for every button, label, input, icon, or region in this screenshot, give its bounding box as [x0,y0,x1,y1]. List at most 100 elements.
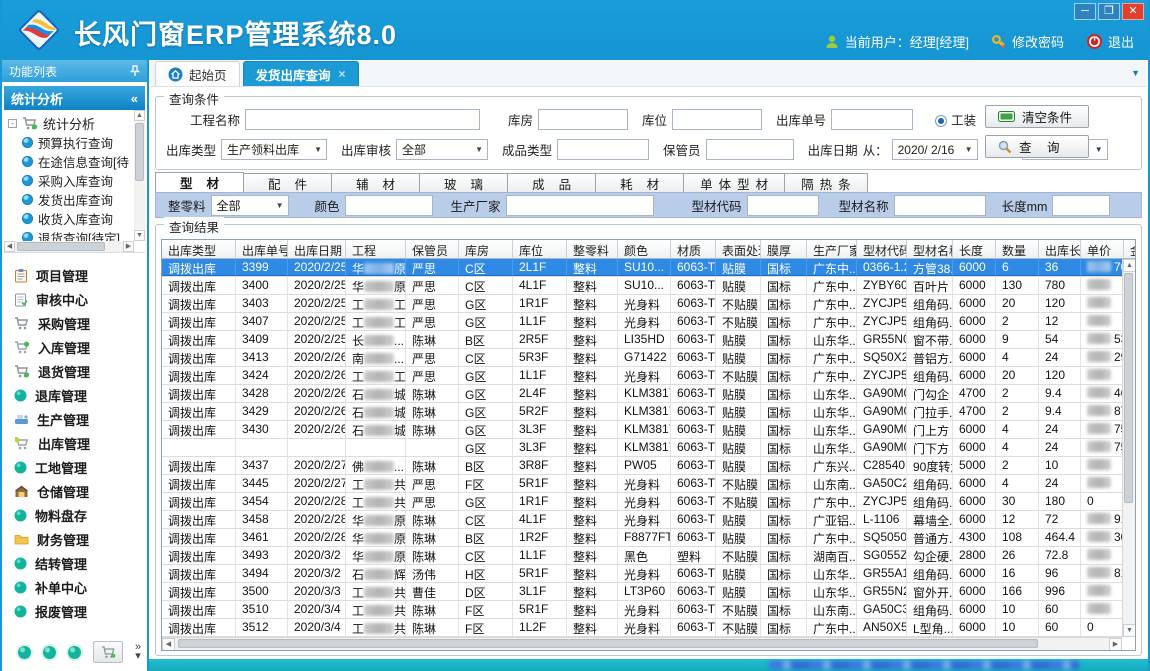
sidebar-item-报废管理[interactable]: 报废管理 [2,599,147,623]
sidebar-item-出库管理[interactable]: 出库管理 [2,431,147,455]
column-header-材质[interactable]: 材质 [671,240,716,258]
material-tab-单体型材[interactable]: 单体型材 [684,173,785,193]
tree-root-statistics[interactable]: -统计分析 [8,114,132,133]
table-row[interactable]: 调拨出库34582020/2/28华原...陈琳C区4L1F整料光身料6063-… [162,511,1135,529]
minimize-button[interactable]: ─ [1074,3,1096,20]
scroll-up-icon[interactable]: ▲ [134,110,145,121]
audit-select[interactable]: 全部▼ [396,139,488,160]
sidebar-item-采购管理[interactable]: 采购管理 [2,311,147,335]
maker-input[interactable] [506,195,654,216]
sidebar-item-审核中心[interactable]: 审核中心 [2,287,147,311]
sidebar-item-仓储管理[interactable]: 仓储管理 [2,479,147,503]
material-tab-隔热条[interactable]: 隔热条 [785,173,868,193]
material-tab-玻璃[interactable]: 玻璃 [420,173,508,193]
column-header-出库日期[interactable]: 出库日期 [288,240,346,258]
tab-起始页[interactable]: 起始页 [155,61,240,86]
grid-hscroll-thumb[interactable] [178,639,1038,648]
material-tab-辅材[interactable]: 辅材 [332,173,420,193]
clear-conditions-button[interactable]: 清空条件 [985,105,1089,128]
column-header-数量[interactable]: 数量 [996,240,1039,258]
table-row[interactable]: 调拨出库34932020/3/2华原...陈琳C区1L1F整料黑色塑料不贴膜国标… [162,547,1135,565]
scroll-right-icon[interactable]: ▶ [1109,638,1122,651]
tree-item-4[interactable]: 发货出库查询 [8,190,132,209]
column-header-出库类型[interactable]: 出库类型 [162,240,236,258]
table-row[interactable]: 调拨出库34612020/2/28华原...陈琳B区1R2F整料F8877FT6… [162,529,1135,547]
tree-expander-icon[interactable]: - [8,119,17,128]
dot-icon[interactable] [18,646,31,659]
scroll-up-icon[interactable]: ▲ [1123,259,1136,272]
project-name-input[interactable] [245,109,480,130]
sidebar-item-财务管理[interactable]: 财务管理 [2,527,147,551]
table-row[interactable]: 调拨出库34292020/2/26石城陈琳G区5R2F整料KLM38176063… [162,403,1135,421]
cart-shortcut-button[interactable] [93,641,123,663]
column-header-膜厚[interactable]: 膜厚 [761,240,807,258]
profile-code-input[interactable] [747,195,819,216]
close-button[interactable]: ✕ [1122,3,1144,20]
table-row[interactable]: 调拨出库34452020/2/27工共工程严思F区5R1F整料光身料6063-T… [162,475,1135,493]
sidebar-item-退货管理[interactable]: 退货管理 [2,359,147,383]
length-input[interactable] [1052,195,1110,216]
tree-hscroll-thumb[interactable] [17,242,105,251]
sidebar-item-退库管理[interactable]: 退库管理 [2,383,147,407]
product-type-input[interactable] [557,139,649,160]
scroll-down-icon[interactable]: ▼ [1123,624,1136,637]
sidebar-item-项目管理[interactable]: 项目管理 [2,263,147,287]
tab-发货出库查询[interactable]: 发货出库查询× [243,61,359,86]
maximize-button[interactable]: ❐ [1098,3,1120,20]
logout-button[interactable]: 退出 [1086,32,1134,51]
table-row[interactable]: 调拨出库34032020/2/25工工程严思G区1R1F整料光身料6063-T5… [162,295,1135,313]
tree-item-3[interactable]: 采购入库查询 [8,171,132,190]
table-row[interactable]: 调拨出库34372020/2/27佛...陈琳B区3R8F整料PW056063-… [162,457,1135,475]
order-no-input[interactable] [831,109,913,130]
grid-horizontal-scrollbar[interactable]: ◀ ▶ [162,637,1122,650]
column-header-库房[interactable]: 库房 [459,240,513,258]
table-row[interactable]: 调拨出库35102020/3/4工共工程陈琳F区5R1F整料光身料6063-T5… [162,601,1135,619]
out-type-select[interactable]: 生产领料出库▼ [221,139,327,160]
sidebar-item-生产管理[interactable]: 生产管理 [2,407,147,431]
column-header-颜色[interactable]: 颜色 [618,240,671,258]
collapse-chevron-icon[interactable]: « [131,91,138,106]
column-header-出库单号[interactable]: 出库单号 [236,240,288,258]
column-header-金额[interactable]: 金额 [1124,240,1136,258]
profile-name-input[interactable] [894,195,986,216]
table-row[interactable]: 调拨出库34242020/2/26工工程严思G区1L1F整料光身料6063-T5… [162,367,1135,385]
radio-gongzhuang[interactable]: 工装 [935,110,976,129]
column-header-长度[interactable]: 长度 [953,240,996,258]
sidebar-item-结转管理[interactable]: 结转管理 [2,551,147,575]
column-header-单价[interactable]: 单价 [1081,240,1124,258]
tree-item-1[interactable]: 预算执行查询 [8,133,132,152]
material-tab-成品[interactable]: 成品 [508,173,596,193]
tree-vertical-scrollbar[interactable]: ▲ ▼ [134,110,145,241]
tree-vscroll-thumb[interactable] [135,123,144,181]
scroll-left-icon[interactable]: ◀ [4,241,15,252]
column-header-整零料[interactable]: 整零料 [567,240,618,258]
column-header-保管员[interactable]: 保管员 [406,240,459,258]
sidebar-item-补单中心[interactable]: 补单中心 [2,575,147,599]
tree-item-5[interactable]: 收货入库查询 [8,209,132,228]
column-header-出库长度[interactable]: 出库长度 [1039,240,1081,258]
table-row[interactable]: 调拨出库34542020/2/28工共工程严思G区1R1F整料光身料6063-T… [162,493,1135,511]
table-row[interactable]: 调拨出库34132020/2/26南...严思C区5R3F整料G71422606… [162,349,1135,367]
tree-item-2[interactable]: 在途信息查询[待 [8,152,132,171]
column-header-型材代码[interactable]: 型材代码 [857,240,907,258]
table-row[interactable]: G区3L3F整料KLM38176063-T5贴膜国标山东华...GA90M09.… [162,439,1135,457]
column-header-库位[interactable]: 库位 [513,240,567,258]
column-header-工程[interactable]: 工程 [346,240,406,258]
table-row[interactable]: 调拨出库34092020/2/25长...陈琳B区2R5F整料LI35HD606… [162,331,1135,349]
scroll-down-icon[interactable]: ▼ [134,230,145,241]
table-row[interactable]: 调拨出库35122020/3/4工共工程陈琳F区1L2F整料光身料6063-T5… [162,619,1135,637]
table-row[interactable]: 调拨出库34072020/2/25工工程严思G区1L1F整料光身料6063-T5… [162,313,1135,331]
search-button[interactable]: 查 询 [985,135,1089,158]
date-from-select[interactable]: 2020/ 2/16▼ [892,139,978,160]
material-tab-配件[interactable]: 配件 [244,173,332,193]
scroll-right-icon[interactable]: ▶ [123,241,134,252]
dot-icon[interactable] [43,646,56,659]
tree-item-6[interactable]: 退货查询[待定] [8,228,132,241]
keeper-input[interactable] [706,139,794,160]
change-password-button[interactable]: 修改密码 [991,32,1064,51]
color-input[interactable] [345,195,433,216]
column-header-生产厂家[interactable]: 生产厂家 [807,240,857,258]
tree-horizontal-scrollbar[interactable]: ◀ ▶ [4,241,134,252]
material-tab-型材[interactable]: 型材 [155,172,244,193]
column-header-表面处理[interactable]: 表面处理 [716,240,761,258]
